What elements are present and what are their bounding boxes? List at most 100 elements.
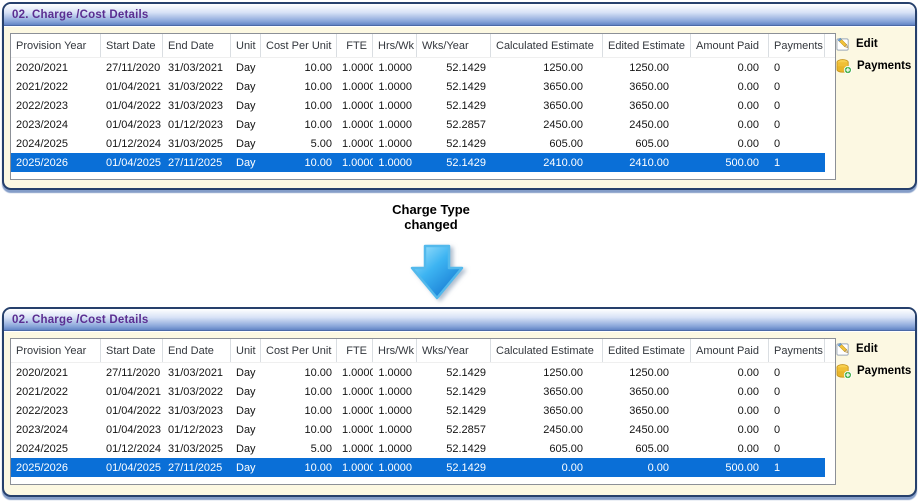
column-header[interactable]: End Date bbox=[163, 34, 231, 57]
table-cell: 31/03/2022 bbox=[163, 386, 231, 398]
edit-button[interactable]: Edit bbox=[836, 33, 911, 55]
table-cell: 31/03/2025 bbox=[163, 443, 231, 455]
table-cell: 2022/2023 bbox=[11, 405, 101, 417]
table-cell: Day bbox=[231, 62, 261, 74]
table-cell: 52.1429 bbox=[417, 386, 491, 398]
table-cell: 1.0000 bbox=[373, 443, 417, 455]
down-arrow-icon bbox=[407, 244, 467, 302]
table-cell: 2410.00 bbox=[491, 157, 603, 169]
table-cell: 2022/2023 bbox=[11, 100, 101, 112]
table-cell: 2024/2025 bbox=[11, 138, 101, 150]
table-cell: 10.00 bbox=[261, 424, 337, 436]
table-cell: Day bbox=[231, 100, 261, 112]
table-cell: 1 bbox=[769, 157, 825, 169]
table-cell: 605.00 bbox=[603, 443, 691, 455]
table-row[interactable]: 2023/202401/04/202301/12/2023Day10.001.0… bbox=[11, 115, 825, 134]
column-header[interactable]: Provision Year bbox=[11, 34, 101, 57]
table-row[interactable]: 2021/202201/04/202131/03/2022Day10.001.0… bbox=[11, 382, 825, 401]
table-cell: 0.00 bbox=[691, 424, 769, 436]
table-cell: 3650.00 bbox=[603, 405, 691, 417]
payments-button[interactable]: Payments bbox=[836, 360, 911, 382]
table-cell: 31/03/2021 bbox=[163, 62, 231, 74]
table-cell: 01/12/2023 bbox=[163, 424, 231, 436]
table-row[interactable]: 2020/202127/11/202031/03/2021Day10.001.0… bbox=[11, 58, 825, 77]
column-header[interactable]: Amount Paid bbox=[691, 34, 769, 57]
column-header[interactable]: Cost Per Unit bbox=[261, 34, 337, 57]
column-header[interactable]: Unit bbox=[231, 339, 261, 362]
table-cell: 10.00 bbox=[261, 100, 337, 112]
column-header[interactable]: Payments bbox=[769, 34, 825, 57]
column-header[interactable]: Edited Estimate bbox=[603, 339, 691, 362]
table-cell: 1250.00 bbox=[603, 62, 691, 74]
table-cell: 0 bbox=[769, 119, 825, 131]
table-cell: Day bbox=[231, 119, 261, 131]
column-header[interactable]: Unit bbox=[231, 34, 261, 57]
table-cell: 01/04/2023 bbox=[101, 119, 163, 131]
table-cell: 52.1429 bbox=[417, 62, 491, 74]
table-cell: 10.00 bbox=[261, 81, 337, 93]
table-row[interactable]: 2022/202301/04/202231/03/2023Day10.001.0… bbox=[11, 96, 825, 115]
column-header[interactable]: Edited Estimate bbox=[603, 34, 691, 57]
column-header[interactable]: Provision Year bbox=[11, 339, 101, 362]
table-cell: 2023/2024 bbox=[11, 424, 101, 436]
edit-button[interactable]: Edit bbox=[836, 338, 911, 360]
column-header[interactable]: Calculated Estimate bbox=[491, 339, 603, 362]
charge-cost-table: Provision YearStart DateEnd DateUnitCost… bbox=[10, 33, 836, 180]
table-cell: 2021/2022 bbox=[11, 386, 101, 398]
table-cell: 1.0000 bbox=[337, 405, 373, 417]
column-header[interactable]: Start Date bbox=[101, 339, 163, 362]
column-header[interactable]: FTE bbox=[337, 339, 373, 362]
panel-title: 02. Charge /Cost Details bbox=[12, 9, 148, 21]
table-row[interactable]: 2023/202401/04/202301/12/2023Day10.001.0… bbox=[11, 420, 825, 439]
panel-body: Provision YearStart DateEnd DateUnitCost… bbox=[4, 331, 915, 496]
column-header[interactable]: Payments bbox=[769, 339, 825, 362]
table-cell: 0 bbox=[769, 81, 825, 93]
table-cell: 2023/2024 bbox=[11, 119, 101, 131]
payments-button[interactable]: Payments bbox=[836, 55, 911, 77]
table-row[interactable]: 2024/202501/12/202431/03/2025Day5.001.00… bbox=[11, 134, 825, 153]
table-row[interactable]: 2020/202127/11/202031/03/2021Day10.001.0… bbox=[11, 363, 825, 382]
table-cell: 10.00 bbox=[261, 119, 337, 131]
table-row[interactable]: 2024/202501/12/202431/03/2025Day5.001.00… bbox=[11, 439, 825, 458]
column-header[interactable]: Hrs/Wk bbox=[373, 339, 417, 362]
annotation-charge-type-changed: Charge Type changed bbox=[331, 202, 531, 232]
table-cell: 1.0000 bbox=[337, 443, 373, 455]
table-cell: 0 bbox=[769, 443, 825, 455]
table-cell: Day bbox=[231, 405, 261, 417]
charge-cost-table: Provision YearStart DateEnd DateUnitCost… bbox=[10, 338, 836, 485]
table-cell: 01/04/2025 bbox=[101, 462, 163, 474]
table-cell: 10.00 bbox=[261, 386, 337, 398]
table-cell: 1.0000 bbox=[373, 424, 417, 436]
table-cell: 2025/2026 bbox=[11, 157, 101, 169]
table-cell: 52.2857 bbox=[417, 119, 491, 131]
column-header[interactable]: Amount Paid bbox=[691, 339, 769, 362]
column-header[interactable]: Wks/Year bbox=[417, 339, 491, 362]
table-cell: 01/04/2025 bbox=[101, 157, 163, 169]
table-cell: 0.00 bbox=[691, 100, 769, 112]
table-cell: 0.00 bbox=[691, 119, 769, 131]
table-cell: 52.1429 bbox=[417, 157, 491, 169]
payments-button-label: Payments bbox=[857, 365, 911, 377]
table-cell: 2450.00 bbox=[603, 424, 691, 436]
table-cell: Day bbox=[231, 367, 261, 379]
table-cell: 1250.00 bbox=[491, 62, 603, 74]
column-header[interactable]: Hrs/Wk bbox=[373, 34, 417, 57]
payments-button-label: Payments bbox=[857, 60, 911, 72]
table-cell: 1250.00 bbox=[491, 367, 603, 379]
table-cell: 01/12/2023 bbox=[163, 119, 231, 131]
annotation-line1: Charge Type bbox=[331, 202, 531, 217]
table-cell: 1.0000 bbox=[337, 367, 373, 379]
table-row[interactable]: 2021/202201/04/202131/03/2022Day10.001.0… bbox=[11, 77, 825, 96]
action-buttons: Edit Payments bbox=[836, 33, 911, 77]
table-cell: Day bbox=[231, 157, 261, 169]
column-header[interactable]: Wks/Year bbox=[417, 34, 491, 57]
table-cell: 01/04/2022 bbox=[101, 405, 163, 417]
table-row-selected[interactable]: 2025/202601/04/202527/11/2025Day10.001.0… bbox=[11, 153, 825, 172]
column-header[interactable]: FTE bbox=[337, 34, 373, 57]
table-row[interactable]: 2022/202301/04/202231/03/2023Day10.001.0… bbox=[11, 401, 825, 420]
table-row-selected[interactable]: 2025/202601/04/202527/11/2025Day10.001.0… bbox=[11, 458, 825, 477]
column-header[interactable]: End Date bbox=[163, 339, 231, 362]
column-header[interactable]: Cost Per Unit bbox=[261, 339, 337, 362]
column-header[interactable]: Calculated Estimate bbox=[491, 34, 603, 57]
column-header[interactable]: Start Date bbox=[101, 34, 163, 57]
